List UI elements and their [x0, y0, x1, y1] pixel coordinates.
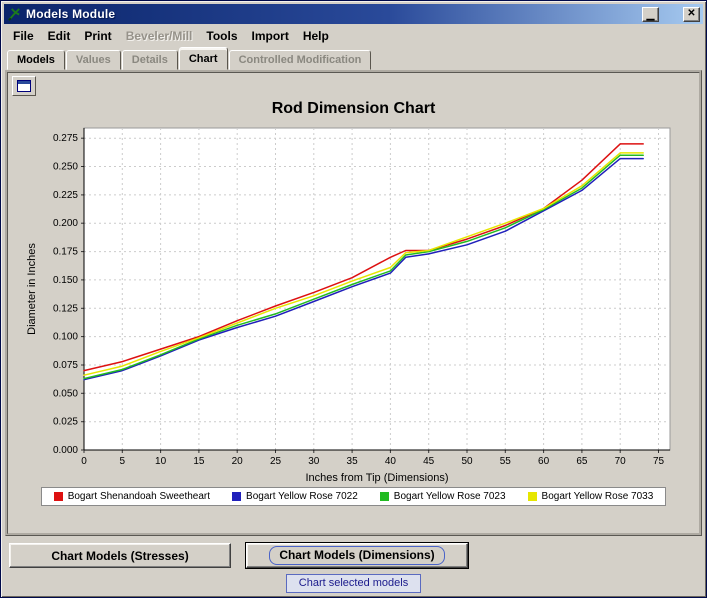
- bottom-buttons: Chart Models (Stresses) Chart Models (Di…: [4, 536, 703, 568]
- svg-text:15: 15: [193, 456, 205, 467]
- menu-edit[interactable]: Edit: [41, 26, 78, 46]
- menu-print[interactable]: Print: [77, 26, 118, 46]
- svg-text:20: 20: [231, 456, 243, 467]
- legend-item: Bogart Yellow Rose 7033: [528, 491, 654, 502]
- legend-swatch-red: [54, 492, 63, 501]
- svg-text:0.150: 0.150: [52, 275, 77, 286]
- legend-item: Bogart Shenandoah Sweetheart: [54, 491, 210, 502]
- svg-text:10: 10: [155, 456, 167, 467]
- svg-text:35: 35: [346, 456, 358, 467]
- svg-text:75: 75: [652, 456, 664, 467]
- svg-text:0.075: 0.075: [52, 360, 77, 371]
- chart-panel: Rod Dimension Chart 0 5 10 15 20 25 30 35 40 45 50…: [5, 70, 702, 536]
- svg-text:0.200: 0.200: [52, 218, 77, 229]
- svg-text:45: 45: [423, 456, 435, 467]
- chart-window-button[interactable]: [12, 76, 36, 96]
- svg-text:0.025: 0.025: [52, 417, 77, 428]
- menu-tools[interactable]: Tools: [199, 26, 244, 46]
- chart-legend: Bogart Shenandoah Sweetheart Bogart Yell…: [41, 487, 667, 506]
- menu-help[interactable]: Help: [296, 26, 336, 46]
- menu-import[interactable]: Import: [245, 26, 296, 46]
- chart-toolbar: [12, 76, 695, 99]
- tab-bar: Models Values Details Chart Controlled M…: [4, 47, 703, 70]
- chart-selected-row: Chart selected models: [4, 568, 703, 593]
- models-module-window: Models Module ▁ ✕ File Edit Print Bevele…: [0, 0, 707, 598]
- svg-text:30: 30: [308, 456, 320, 467]
- close-button[interactable]: ✕: [683, 7, 700, 22]
- svg-text:5: 5: [119, 456, 125, 467]
- legend-swatch-green: [380, 492, 389, 501]
- chart-models-dimensions-button[interactable]: Chart Models (Dimensions): [246, 543, 468, 568]
- dimension-chart: 0 5 10 15 20 25 30 35 40 45 50 55 60 65 70 75 0.000 0.025…: [22, 120, 686, 486]
- minimize-button[interactable]: ▁: [642, 7, 659, 22]
- titlebar: Models Module ▁ ✕: [4, 4, 703, 24]
- svg-text:0.125: 0.125: [52, 303, 77, 314]
- svg-text:0.050: 0.050: [52, 388, 77, 399]
- svg-text:0.250: 0.250: [52, 162, 77, 173]
- svg-text:50: 50: [461, 456, 473, 467]
- svg-text:70: 70: [614, 456, 626, 467]
- legend-label: Bogart Yellow Rose 7033: [542, 491, 654, 502]
- legend-label: Bogart Shenandoah Sweetheart: [68, 491, 210, 502]
- legend-label: Bogart Yellow Rose 7023: [394, 491, 506, 502]
- legend-item: Bogart Yellow Rose 7022: [232, 491, 358, 502]
- chart-title: Rod Dimension Chart: [12, 100, 695, 118]
- svg-text:0.175: 0.175: [52, 247, 77, 258]
- svg-text:0.275: 0.275: [52, 133, 77, 144]
- minimize-icon: ▁: [643, 12, 658, 19]
- app-icon: [7, 7, 22, 22]
- svg-text:25: 25: [269, 456, 281, 467]
- svg-text:0.000: 0.000: [52, 445, 77, 456]
- svg-text:40: 40: [384, 456, 396, 467]
- legend-label: Bogart Yellow Rose 7022: [246, 491, 358, 502]
- svg-text:0.225: 0.225: [52, 190, 77, 201]
- chart-block: Rod Dimension Chart 0 5 10 15 20 25 30 35 40 45 50…: [12, 100, 695, 506]
- svg-text:Inches from Tip (Dimensions): Inches from Tip (Dimensions): [305, 472, 448, 484]
- tab-models[interactable]: Models: [7, 50, 65, 70]
- svg-text:60: 60: [538, 456, 550, 467]
- legend-swatch-yellow: [528, 492, 537, 501]
- chart-selected-models-button[interactable]: Chart selected models: [286, 574, 421, 593]
- legend-item: Bogart Yellow Rose 7023: [380, 491, 506, 502]
- legend-swatch-blue: [232, 492, 241, 501]
- menu-beveler-mill: Beveler/Mill: [119, 26, 200, 46]
- svg-text:Diameter in Inches: Diameter in Inches: [26, 243, 38, 335]
- tab-controlled-modification: Controlled Modification: [229, 50, 372, 70]
- svg-text:0.100: 0.100: [52, 332, 77, 343]
- svg-text:65: 65: [576, 456, 588, 467]
- window-icon: [17, 80, 31, 92]
- menu-file[interactable]: File: [6, 26, 41, 46]
- tab-details: Details: [122, 50, 178, 70]
- menubar: File Edit Print Beveler/Mill Tools Impor…: [4, 24, 703, 47]
- svg-text:0: 0: [81, 456, 87, 467]
- svg-text:55: 55: [499, 456, 511, 467]
- window-title: Models Module: [26, 7, 638, 21]
- dimensions-button-label: Chart Models (Dimensions): [269, 546, 444, 565]
- chart-models-stresses-button[interactable]: Chart Models (Stresses): [9, 543, 231, 568]
- tab-values: Values: [66, 50, 121, 70]
- tab-chart[interactable]: Chart: [179, 47, 228, 70]
